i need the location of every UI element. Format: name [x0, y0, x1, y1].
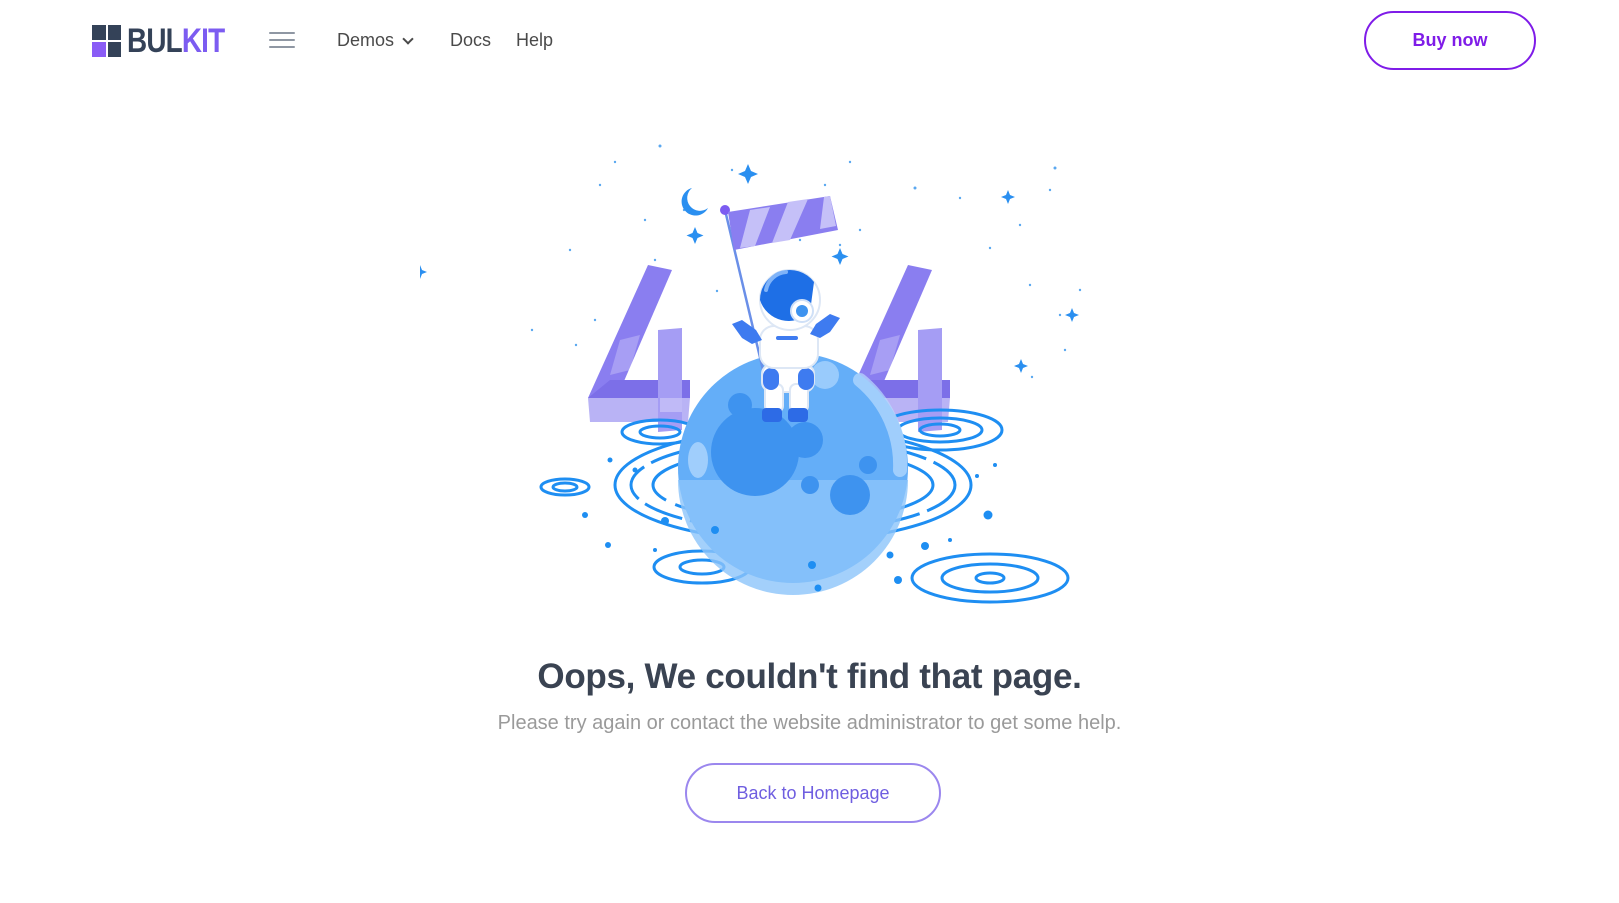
page-subtitle: Please try again or contact the website …: [497, 712, 1122, 734]
back-to-homepage-button[interactable]: Back to Homepage: [685, 763, 941, 823]
brand-wordmark-part2: KIT: [181, 22, 225, 60]
brand-logo[interactable]: BULKIT: [92, 24, 246, 58]
nav-item-docs[interactable]: Docs: [450, 28, 491, 52]
brand-wordmark: BULKIT: [127, 22, 225, 60]
chevron-down-icon: [402, 32, 414, 45]
nav-item-help[interactable]: Help: [516, 28, 553, 52]
brand-wordmark-part1: BUL: [127, 22, 183, 60]
astronaut-on-planet-404-illustration: [413, 140, 1120, 630]
buy-now-button[interactable]: Buy now: [1364, 11, 1536, 70]
nav-item-demos[interactable]: Demos: [337, 28, 414, 52]
navbar: BULKIT Demos Docs Help Buy now: [0, 0, 1619, 80]
nav-item-demos-label: Demos: [337, 30, 395, 50]
page-title: Oops, We couldn't find that page.: [537, 657, 1082, 696]
hamburger-menu-icon[interactable]: [269, 30, 295, 50]
logo-mark-icon: [92, 25, 121, 57]
